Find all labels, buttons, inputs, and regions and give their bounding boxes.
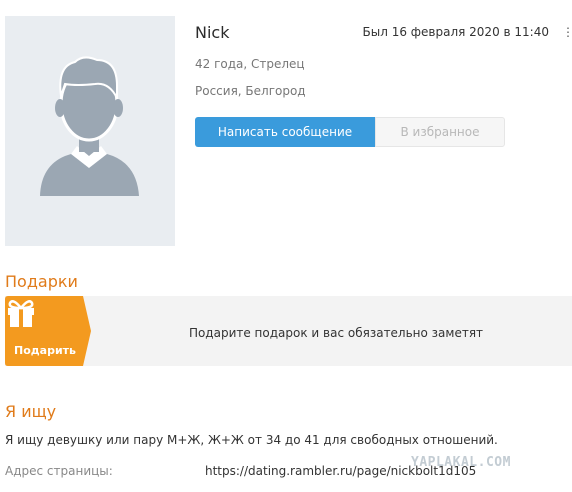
page-address-label: Адрес страницы:	[5, 464, 113, 478]
last-seen-status: Был 16 февраля 2020 в 11:40	[362, 25, 550, 39]
give-gift-label: Подарить	[14, 344, 76, 357]
gift-icon	[8, 300, 34, 327]
seeking-text: Я ищу девушку или пару М+Ж, Ж+Ж от 34 до…	[5, 433, 498, 447]
more-options-icon[interactable]: ⋮	[562, 25, 572, 39]
seeking-section-title: Я ищу	[5, 402, 57, 421]
profile-avatar	[5, 16, 175, 246]
give-gift-button[interactable]: Подарить	[5, 296, 91, 366]
profile-name: Nick	[195, 23, 230, 42]
profile-location: Россия, Белгород	[195, 84, 306, 98]
send-message-button[interactable]: Написать сообщение	[195, 117, 375, 147]
default-male-avatar-icon	[40, 56, 139, 196]
gifts-section-title: Подарки	[5, 272, 78, 291]
add-to-favorites-button[interactable]: В избранное	[375, 117, 505, 147]
profile-age-sign: 42 года, Стрелец	[195, 57, 305, 71]
watermark: YAPLAKAL.COM	[411, 455, 511, 470]
gift-prompt-text: Подарите подарок и вас обязательно замет…	[188, 326, 484, 340]
